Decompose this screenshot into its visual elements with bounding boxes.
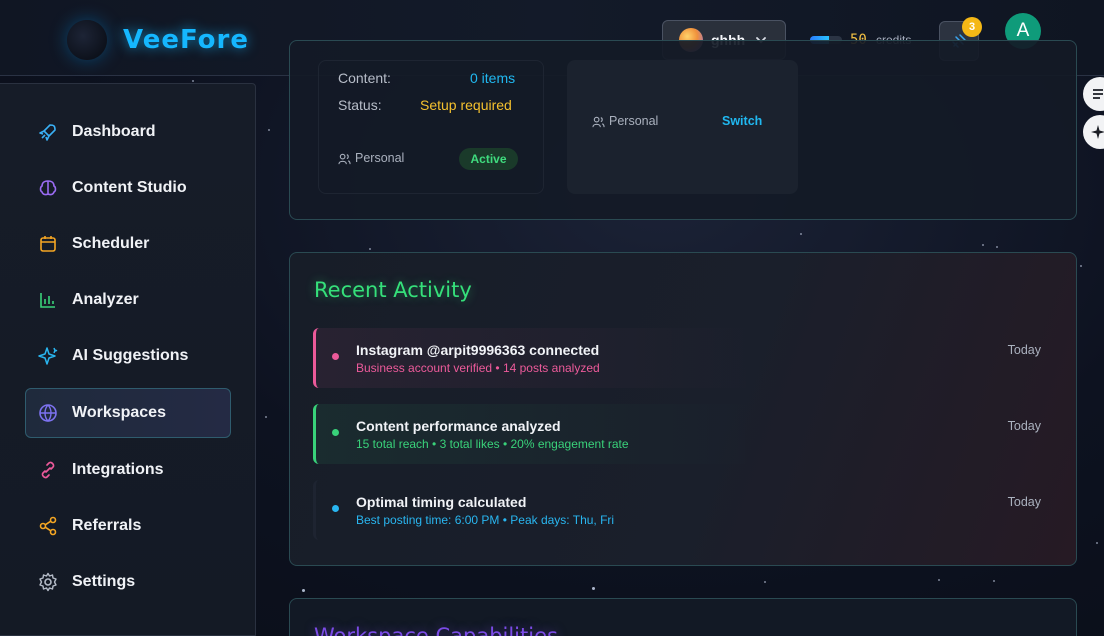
activity-item: Content performance analyzed 15 total re… (313, 404, 1053, 464)
star (1080, 265, 1082, 267)
sparkles-icon (38, 346, 58, 366)
status-label: Status: (338, 97, 382, 113)
sparkle-icon (1091, 125, 1104, 139)
sidebar-item-label: Analyzer (72, 291, 139, 308)
sidebar-item-analyzer[interactable]: Analyzer (25, 276, 231, 324)
globe-icon (38, 403, 58, 423)
users-icon (592, 116, 605, 127)
sidebar-item-content-studio[interactable]: Content Studio (25, 164, 231, 212)
sidebar-item-label: Referrals (72, 517, 142, 534)
activity-dot (332, 429, 339, 436)
activity-subtitle: Best posting time: 6:00 PM • Peak days: … (356, 513, 615, 527)
brain-icon (38, 178, 58, 198)
share-icon (38, 516, 58, 536)
capabilities-title: Workspace Capabilities (314, 624, 558, 636)
quote-float-button[interactable] (1083, 77, 1104, 111)
content-label: Content: (338, 70, 391, 86)
logo-text[interactable]: VeeFore (123, 25, 249, 55)
sidebar-item-settings[interactable]: Settings (25, 558, 231, 606)
star (938, 579, 940, 581)
star (800, 233, 802, 235)
star (996, 246, 998, 248)
activity-time: Today (1007, 419, 1041, 433)
activity-item: Instagram @arpit9996363 connected Busine… (313, 328, 1053, 388)
content-value: 0 items (470, 70, 516, 86)
switch-workspace-button[interactable]: Switch (722, 114, 762, 128)
star (268, 129, 270, 131)
workspace-type-label: Personal (355, 151, 405, 165)
activity-dot (332, 505, 339, 512)
sidebar-item-integrations[interactable]: Integrations (25, 446, 231, 494)
sidebar-item-referrals[interactable]: Referrals (25, 502, 231, 550)
activity-subtitle: Business account verified • 14 posts ana… (356, 361, 600, 375)
activity-title: Content performance analyzed (356, 418, 561, 434)
star (1096, 542, 1098, 544)
sidebar-item-workspaces[interactable]: Workspaces (25, 388, 231, 438)
sidebar-item-label: Scheduler (72, 235, 150, 252)
activity-title: Instagram @arpit9996363 connected (356, 342, 600, 358)
sidebar-item-label: Integrations (72, 461, 164, 478)
star (993, 580, 995, 582)
star (592, 587, 595, 590)
link-icon (38, 460, 58, 480)
users-icon (338, 153, 351, 164)
sidebar-item-label: Settings (72, 573, 136, 590)
sidebar-item-ai-suggestions[interactable]: AI Suggestions (25, 332, 231, 380)
activity-dot (332, 353, 339, 360)
star (302, 589, 305, 592)
workspace-type-label: Personal (609, 114, 659, 128)
activity-subtitle: 15 total reach • 3 total likes • 20% eng… (356, 437, 629, 451)
star (265, 416, 267, 418)
workspace-type: Personal (338, 151, 404, 165)
star (369, 248, 371, 250)
rocket-icon (38, 122, 58, 142)
quote-icon (1093, 89, 1103, 99)
sidebar-item-label: Workspaces (72, 404, 166, 421)
workspace-type-secondary: Personal (592, 114, 658, 128)
recent-activity-title: Recent Activity (314, 278, 472, 302)
sidebar-item-dashboard[interactable]: Dashboard (25, 108, 231, 156)
status-value: Setup required (420, 97, 512, 113)
notification-badge: 3 (962, 17, 982, 37)
sidebar-item-label: Dashboard (72, 123, 156, 140)
star (192, 80, 194, 82)
active-status-badge: Active (459, 148, 518, 170)
star (764, 581, 766, 583)
activity-item: Optimal timing calculated Best posting t… (313, 480, 1053, 540)
bar-chart-icon (38, 290, 58, 310)
activity-time: Today (1007, 343, 1041, 357)
sidebar-item-label: Content Studio (72, 179, 187, 196)
sparkle-float-button[interactable] (1083, 115, 1104, 149)
logo-orb (67, 20, 107, 60)
gear-icon (38, 572, 58, 592)
sidebar-item-label: AI Suggestions (72, 347, 189, 364)
star (982, 244, 984, 246)
sidebar-item-scheduler[interactable]: Scheduler (25, 220, 231, 268)
activity-time: Today (1007, 495, 1041, 509)
calendar-icon (38, 234, 58, 254)
activity-title: Optimal timing calculated (356, 494, 527, 510)
